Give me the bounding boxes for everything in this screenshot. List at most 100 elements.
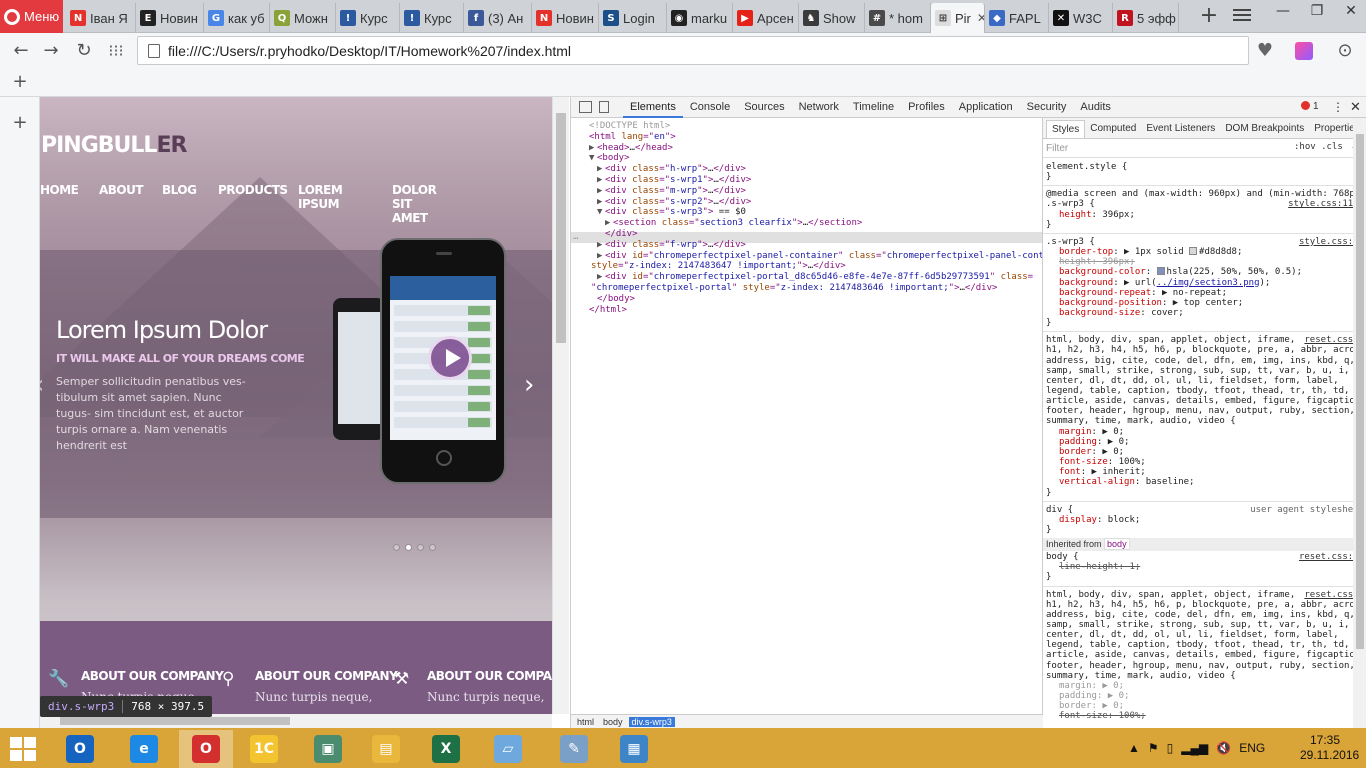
expand-triangle-icon[interactable]: ▼	[597, 207, 605, 218]
new-tab-button[interactable]: +	[1197, 4, 1221, 28]
site-nav-item[interactable]: PRODUCTS	[218, 183, 288, 197]
devtools-tab[interactable]: Application	[952, 97, 1020, 118]
dom-node[interactable]: ▶ <section class="section3 clearfix">…</s…	[605, 218, 862, 229]
taskbar-app-file-explorer[interactable]: ▤	[359, 730, 413, 768]
browser-tab[interactable]: E Новин	[136, 3, 204, 33]
about-heading[interactable]: ABOUT OUR COMPANY	[427, 669, 552, 683]
close-window-button[interactable]: ✕	[1334, 0, 1366, 24]
devtools-tab[interactable]: Console	[683, 97, 737, 118]
browser-tab[interactable]: # * hom	[865, 3, 931, 33]
styles-filter[interactable]: Filter :hov .cls +	[1043, 139, 1366, 158]
flag-icon[interactable]: ⚑	[1148, 741, 1159, 755]
expand-triangle-icon[interactable]: ▶	[597, 197, 605, 208]
taskbar-app-1c[interactable]: 1C	[237, 730, 291, 768]
dom-node[interactable]: ▼ <body>	[589, 153, 630, 164]
viewport-vertical-scrollbar[interactable]	[552, 97, 569, 714]
site-nav-item[interactable]: LOREM IPSUM	[298, 183, 343, 211]
color-swatch[interactable]	[1189, 247, 1198, 256]
dom-node[interactable]: "chromeperfectpixel-portal" style="z-ind…	[591, 283, 997, 294]
hov-cls-toggle[interactable]: :hov .cls	[1294, 142, 1343, 152]
taskbar-app-notepad[interactable]: ▱	[481, 730, 535, 768]
breadcrumb-item[interactable]: body	[600, 717, 626, 727]
tab-menu-icon[interactable]	[1233, 6, 1251, 24]
site-nav-item[interactable]: HOME	[40, 183, 79, 197]
bookmark-heart-icon[interactable]: ♥	[1254, 40, 1276, 62]
opera-menu-button[interactable]: Меню	[0, 0, 63, 33]
browser-tab[interactable]: ! Курс	[336, 3, 400, 33]
expand-triangle-icon[interactable]: ▶	[597, 251, 605, 262]
color-swatch[interactable]	[1156, 267, 1165, 276]
site-nav-item[interactable]: BLOG	[162, 183, 197, 197]
slider-dot[interactable]	[429, 544, 436, 551]
dom-node[interactable]: ▶ <div class="s-wrp2">…</div>	[597, 197, 751, 208]
forward-button[interactable]: →	[40, 40, 62, 62]
styles-scrollbar[interactable]	[1353, 118, 1366, 728]
dom-node[interactable]: <!DOCTYPE html>	[581, 121, 670, 132]
browser-tab[interactable]: N Іван Я	[66, 3, 136, 33]
styles-subtab[interactable]: Styles	[1046, 120, 1086, 138]
dom-node[interactable]: </div>	[597, 229, 638, 240]
browser-tab[interactable]: ✕ W3C	[1049, 3, 1113, 33]
dom-node[interactable]: ▶ <head>…</head>	[589, 143, 673, 154]
slider-next-icon[interactable]: ›	[524, 370, 534, 400]
devtools-tab[interactable]: Security	[1020, 97, 1074, 118]
dom-node[interactable]: ▶ <div class="f-wrp">…</div>	[597, 240, 746, 251]
browser-tab[interactable]: S Login	[599, 3, 667, 33]
dom-node[interactable]: ▶ <div id="chromeperfectpixel-panel-conta…	[597, 251, 1042, 262]
inherited-tag[interactable]: body	[1104, 538, 1130, 551]
site-nav-item[interactable]: DOLOR SIT AMET	[392, 183, 437, 225]
devtools-tab[interactable]: Elements	[623, 97, 683, 118]
start-button[interactable]	[10, 737, 38, 761]
error-counter[interactable]: 1	[1301, 101, 1319, 112]
dom-node[interactable]: style="z-index: 2147483647 !important;">…	[591, 261, 846, 272]
devtools-close-icon[interactable]: ✕	[1350, 99, 1361, 115]
expand-triangle-icon[interactable]: ▶	[605, 218, 613, 229]
devtools-tab[interactable]: Audits	[1073, 97, 1118, 118]
devtools-tab[interactable]: Timeline	[846, 97, 901, 118]
device-icon[interactable]: ▯	[1167, 741, 1174, 755]
browser-tab[interactable]: ! Курс	[400, 3, 464, 33]
about-heading[interactable]: ABOUT OUR COMPANY	[81, 669, 224, 683]
dom-node[interactable]: ▶ <div class="m-wrp">…</div>	[597, 186, 746, 197]
devtools-menu-icon[interactable]: ⋮	[1332, 100, 1344, 114]
sidebar-add-icon[interactable]: +	[9, 112, 31, 134]
inspect-element-icon[interactable]	[579, 101, 592, 113]
dom-node[interactable]: <html lang="en">	[581, 132, 676, 143]
dom-node[interactable]: </html>	[581, 305, 627, 316]
play-icon[interactable]	[428, 336, 472, 380]
browser-tab[interactable]: ◆ FAPL	[985, 3, 1049, 33]
clock[interactable]: 17:35 29.11.2016	[1300, 733, 1359, 763]
dom-node[interactable]: ▶ <div class="h-wrp">…</div>	[597, 164, 746, 175]
browser-tab[interactable]: N Новин	[532, 3, 599, 33]
back-button[interactable]: ←	[10, 40, 32, 62]
slider-prev-icon[interactable]: ‹	[40, 370, 44, 400]
site-logo[interactable]: PINGBULLER	[41, 133, 187, 158]
breadcrumb-item[interactable]: html	[574, 717, 597, 727]
dom-node[interactable]: ▶ <div class="s-wrp1">…</div>	[597, 175, 751, 186]
breadcrumb-item[interactable]: div.s-wrp3	[628, 716, 675, 727]
browser-tab[interactable]: ▶ Арсен	[733, 3, 799, 33]
taskbar-app-internet-explorer[interactable]: e	[117, 730, 171, 768]
volume-muted-icon[interactable]: 🔇	[1216, 741, 1231, 755]
browser-tab[interactable]: ◉ marku	[667, 3, 733, 33]
styles-subtab[interactable]: DOM Breakpoints	[1220, 118, 1309, 138]
expand-triangle-icon[interactable]: ▼	[589, 153, 597, 164]
reload-button[interactable]: ↻	[73, 40, 95, 62]
about-heading[interactable]: ABOUT OUR COMPANY	[255, 669, 398, 683]
dom-node-selected[interactable]: ▼ <div class="s-wrp3"> == $0	[597, 207, 746, 218]
taskbar-app-outlook[interactable]: O	[53, 730, 107, 768]
address-bar[interactable]: file:///C:/Users/r.pryhodko/Desktop/IT/H…	[137, 36, 1249, 65]
browser-tab[interactable]: R5 эфф	[1113, 3, 1179, 33]
devtools-tab[interactable]: Network	[792, 97, 846, 118]
expand-triangle-icon[interactable]: ▶	[597, 272, 605, 283]
styles-subtab[interactable]: Event Listeners	[1141, 118, 1220, 138]
dom-node[interactable]: ▶ <div id="chromeperfectpixel-portal_d8c6…	[597, 272, 1033, 283]
taskbar-app-opera[interactable]: O	[179, 730, 233, 768]
maximize-button[interactable]: ❐	[1300, 0, 1334, 24]
signal-icon[interactable]: ▂▄▆	[1181, 741, 1208, 755]
downloads-icon[interactable]: ⊙	[1334, 40, 1356, 62]
devtools-tab[interactable]: Sources	[737, 97, 791, 118]
slider-dot-active[interactable]	[405, 544, 412, 551]
slider-dot[interactable]	[393, 544, 400, 551]
expand-triangle-icon[interactable]: ▶	[589, 143, 597, 154]
